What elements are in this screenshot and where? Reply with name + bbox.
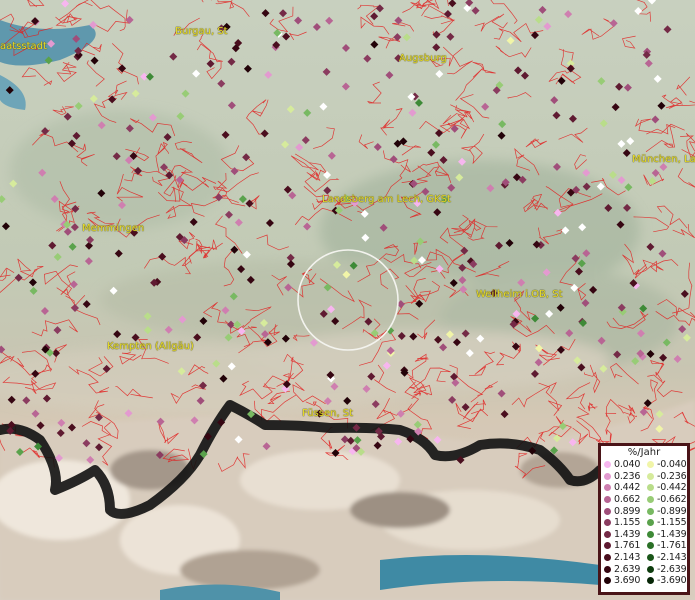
legend-label: 1.439 [614, 528, 641, 540]
legend-row: 0.236 -0.236 [601, 471, 687, 483]
legend-entry: 0.899 [601, 506, 644, 517]
city-label: Memmingen [82, 223, 145, 234]
city-label: Kempten (Allgäu) [107, 341, 194, 352]
legend-title: %/Jahr [627, 447, 661, 458]
legend-entry: 0.442 [601, 482, 644, 493]
legend-entry: -3.690 [644, 575, 687, 586]
legend-entry: -0.040 [644, 459, 687, 470]
legend-swatch [604, 461, 611, 469]
legend-row: 0.040 -0.040 [601, 459, 687, 471]
legend-entry: -2.639 [644, 564, 687, 575]
city-label: Burgau, St [175, 26, 228, 37]
legend-swatch [647, 519, 654, 527]
legend-label: 0.442 [614, 482, 641, 494]
legend-entry: 0.662 [601, 494, 644, 505]
legend-label: -1.155 [657, 517, 687, 529]
legend-row: 2.143 -2.143 [601, 552, 687, 564]
legend-swatch [647, 530, 654, 538]
legend-label: -2.143 [657, 552, 687, 564]
legend-label: -0.662 [657, 494, 687, 506]
legend-swatch [647, 472, 654, 480]
legend-label: 1.155 [614, 517, 641, 529]
legend-label: 2.639 [614, 563, 641, 575]
map-canvas[interactable] [0, 0, 695, 600]
legend-entry: 1.439 [601, 529, 644, 540]
legend-swatch [604, 565, 611, 573]
legend-entry: -0.236 [644, 471, 687, 482]
city-label: Augsburg [399, 53, 447, 64]
legend-label: -0.236 [657, 470, 687, 482]
legend-label: -1.439 [657, 528, 687, 540]
legend-swatch [604, 577, 611, 585]
legend-swatch [604, 496, 611, 504]
legend-row: 1.761 -1.761 [601, 540, 687, 552]
legend-label: -0.040 [657, 459, 687, 471]
legend-entry: 2.639 [601, 564, 644, 575]
city-label: Weilheim i.OB, St [476, 289, 563, 300]
legend-swatch [647, 461, 654, 469]
city-label: München, La [632, 154, 695, 165]
legend-entry: -1.761 [644, 540, 687, 551]
legend-label: -1.761 [657, 540, 687, 552]
legend-swatch [604, 507, 611, 515]
legend-row: 0.662 -0.662 [601, 494, 687, 506]
city-label: Füssen, St [302, 408, 354, 419]
legend-label: 0.899 [614, 505, 641, 517]
legend-label: 1.761 [614, 540, 641, 552]
legend-label: 0.662 [614, 494, 641, 506]
legend-entry: -1.155 [644, 517, 687, 528]
legend-entry: -0.442 [644, 482, 687, 493]
legend-label: 2.143 [614, 552, 641, 564]
legend-swatch [647, 496, 654, 504]
legend-swatch [647, 542, 654, 550]
legend-swatch [604, 542, 611, 550]
legend-entry: -0.899 [644, 506, 687, 517]
legend-label: 0.236 [614, 470, 641, 482]
legend-entry: 0.236 [601, 471, 644, 482]
legend-entry: 0.040 [601, 459, 644, 470]
legend-entry: 2.143 [601, 552, 644, 563]
legend-swatch [604, 530, 611, 538]
legend-swatch [604, 484, 611, 492]
map-legend: %/Jahr 0.040 -0.040 0.236 -0.236 0.442 -0.442… [598, 443, 690, 595]
legend-row: 0.442 -0.442 [601, 482, 687, 494]
legend-label: 3.690 [614, 575, 641, 587]
legend-label: -3.690 [657, 575, 687, 587]
legend-entry: -2.143 [644, 552, 687, 563]
legend-row: 2.639 -2.639 [601, 563, 687, 575]
legend-entry: 1.761 [601, 540, 644, 551]
legend-label: -0.899 [657, 505, 687, 517]
legend-row: 1.155 -1.155 [601, 517, 687, 529]
legend-swatch [647, 565, 654, 573]
legend-label: -0.442 [657, 482, 687, 494]
legend-swatch [647, 484, 654, 492]
city-label: aatsstadt [0, 41, 47, 52]
legend-row: 1.439 -1.439 [601, 529, 687, 541]
legend-row: 3.690 -3.690 [601, 575, 687, 587]
legend-entry: -0.662 [644, 494, 687, 505]
legend-row: 0.899 -0.899 [601, 505, 687, 517]
legend-swatch [604, 519, 611, 527]
legend-label: -2.639 [657, 563, 687, 575]
legend-swatch [647, 577, 654, 585]
legend-swatch [604, 472, 611, 480]
legend-entry: -1.439 [644, 529, 687, 540]
legend-swatch [647, 507, 654, 515]
legend-label: 0.040 [614, 459, 641, 471]
legend-entry: 3.690 [601, 575, 644, 586]
legend-entry: 1.155 [601, 517, 644, 528]
legend-swatch [647, 554, 654, 562]
legend-swatch [604, 554, 611, 562]
city-label: Landsberg am Lech, GKSt [322, 194, 451, 205]
